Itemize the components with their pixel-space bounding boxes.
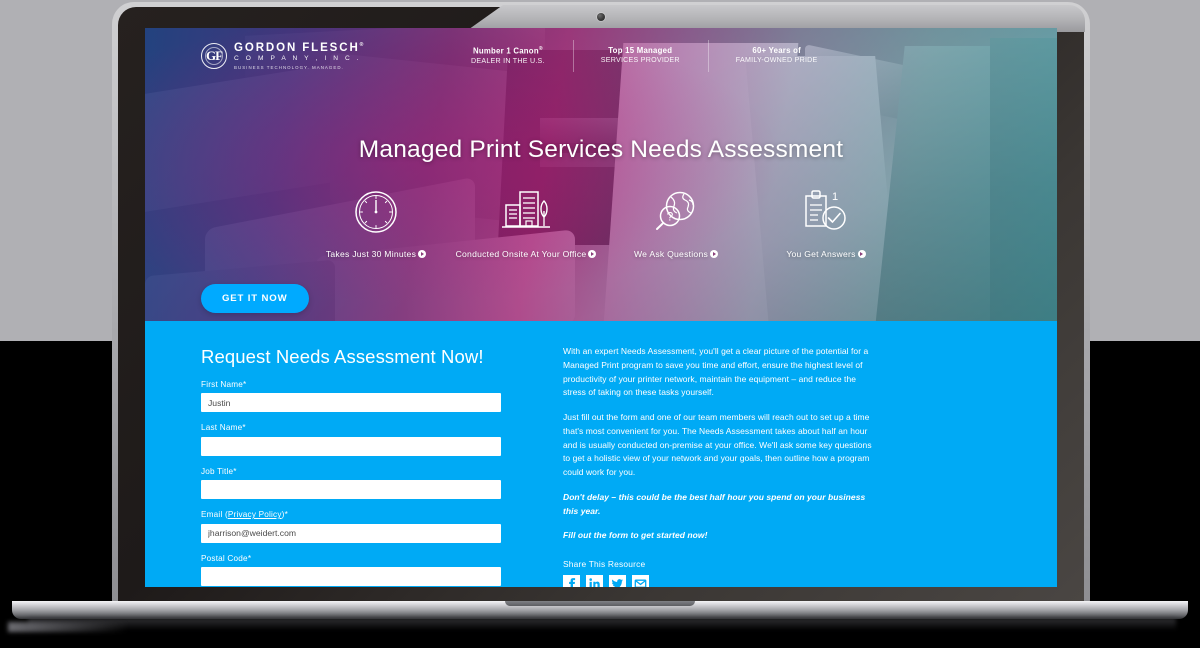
twitter-share-button[interactable]: [609, 575, 626, 587]
building-icon: [451, 186, 601, 238]
email-field-group: Email (Privacy Policy)*: [201, 510, 501, 543]
arrow-right-icon: [710, 250, 719, 258]
stat-title: Top 15 Managed: [608, 45, 673, 55]
last-name-label: Last Name*: [201, 423, 246, 433]
form-section: Request Needs Assessment Now! First Name…: [145, 321, 1057, 587]
logo-line-2: C O M P A N Y , I N C .: [234, 55, 362, 63]
header-stats: Number 1 Canon® DEALER IN THE U.S. Top 1…: [443, 39, 846, 73]
benefit-label: Conducted Onsite At Your Office: [451, 248, 601, 260]
arrow-right-icon: [418, 250, 427, 258]
stat-subtitle: FAMILY-OWNED PRIDE: [735, 56, 818, 65]
facebook-share-button[interactable]: [563, 575, 580, 587]
laptop-mockup: GF GORDON FLESCH® C O M P A N Y , I N C …: [112, 2, 1090, 606]
logo-tagline: BUSINESS TECHNOLOGY. MANAGED.: [234, 65, 344, 71]
last-name-field: Last Name*: [201, 423, 501, 456]
description-paragraph-2: Just fill out the form and one of our te…: [563, 412, 872, 478]
description-emphasis-2: Fill out the form to get started now!: [563, 530, 708, 541]
email-input[interactable]: [201, 523, 501, 543]
job-title-field: Job Title*: [201, 467, 501, 500]
description-column: With an expert Needs Assessment, you'll …: [563, 345, 881, 587]
stat-subtitle: SERVICES PROVIDER: [600, 56, 680, 65]
logo-mark-letters: GF: [205, 48, 223, 64]
form-title: Request Needs Assessment Now!: [201, 346, 484, 367]
first-name-input[interactable]: [201, 393, 501, 413]
page-root: GF GORDON FLESCH® C O M P A N Y , I N C …: [0, 0, 1200, 648]
postal-code-field: Postal Code*: [201, 554, 501, 587]
benefit-label: We Ask Questions: [601, 248, 751, 260]
first-name-field: First Name*: [201, 380, 501, 413]
clock-icon: [301, 186, 451, 238]
last-name-input[interactable]: [201, 436, 501, 456]
laptop-base-lip: [505, 601, 695, 606]
laptop-screen: GF GORDON FLESCH® C O M P A N Y , I N C …: [145, 28, 1057, 587]
facebook-icon: [569, 578, 576, 587]
logo-line-1: GORDON FLESCH®: [234, 41, 366, 54]
postal-code-label: Postal Code*: [201, 553, 252, 563]
site-header: GF GORDON FLESCH® C O M P A N Y , I N C …: [201, 28, 1007, 74]
webcam-icon: [597, 13, 605, 21]
share-row: [563, 575, 881, 587]
logo-mark-icon: GF: [201, 42, 227, 69]
description-emphasis-1: Don't delay – this could be the best hal…: [563, 491, 866, 516]
linkedin-share-button[interactable]: [586, 575, 603, 587]
first-name-label: First Name*: [201, 379, 247, 389]
email-icon: [634, 579, 647, 587]
stat-item: Top 15 Managed SERVICES PROVIDER: [572, 39, 708, 73]
stat-item: Number 1 Canon® DEALER IN THE U.S.: [443, 46, 573, 67]
get-it-now-button[interactable]: GET IT NOW: [201, 284, 309, 314]
benefit-item: Conducted Onsite At Your Office: [451, 186, 601, 260]
svg-text:?: ?: [667, 210, 674, 224]
stat-title: 60+ Years of: [752, 45, 801, 55]
benefit-item: Takes Just 30 Minutes: [301, 186, 451, 260]
arrow-right-icon: [857, 250, 866, 258]
description-paragraph-1: With an expert Needs Assessment, you'll …: [563, 346, 869, 398]
benefit-item: ? We Ask Questions: [601, 186, 751, 260]
job-title-label: Job Title*: [201, 466, 237, 476]
job-title-input[interactable]: [201, 480, 501, 500]
benefit-label: Takes Just 30 Minutes: [301, 248, 451, 260]
share-title: Share This Resource: [563, 559, 646, 570]
arrow-right-icon: [588, 250, 597, 258]
company-logo[interactable]: GF GORDON FLESCH® C O M P A N Y , I N C …: [201, 42, 401, 70]
laptop-shadow: [28, 618, 1176, 630]
globe-question-icon: ?: [601, 186, 751, 238]
stat-subtitle: DEALER IN THE U.S.: [471, 56, 545, 65]
logo-registered-mark: ®: [359, 41, 366, 48]
postal-code-input[interactable]: [201, 567, 501, 587]
linkedin-icon: [589, 578, 600, 587]
email-share-button[interactable]: [632, 575, 649, 587]
page-title: Managed Print Services Needs Assessment: [358, 136, 844, 163]
benefit-label: You Get Answers: [751, 248, 901, 260]
email-label: Email (Privacy Policy)*: [201, 510, 288, 520]
benefits-row: Takes Just 30 Minutes Conducted Onsite A…: [145, 186, 1057, 260]
svg-text:1: 1: [832, 191, 838, 203]
twitter-icon: [612, 579, 624, 587]
stat-title: Number 1 Canon®: [472, 45, 543, 56]
hero-section: GF GORDON FLESCH® C O M P A N Y , I N C …: [145, 28, 1057, 321]
form-column: Request Needs Assessment Now! First Name…: [201, 345, 501, 587]
stat-item: 60+ Years of FAMILY-OWNED PRIDE: [707, 39, 846, 73]
benefit-item: 1 You Get Answers: [751, 186, 901, 260]
privacy-policy-link[interactable]: Privacy Policy: [228, 510, 282, 519]
laptop-shadow-left: [8, 622, 128, 632]
checklist-icon: 1: [751, 186, 901, 238]
